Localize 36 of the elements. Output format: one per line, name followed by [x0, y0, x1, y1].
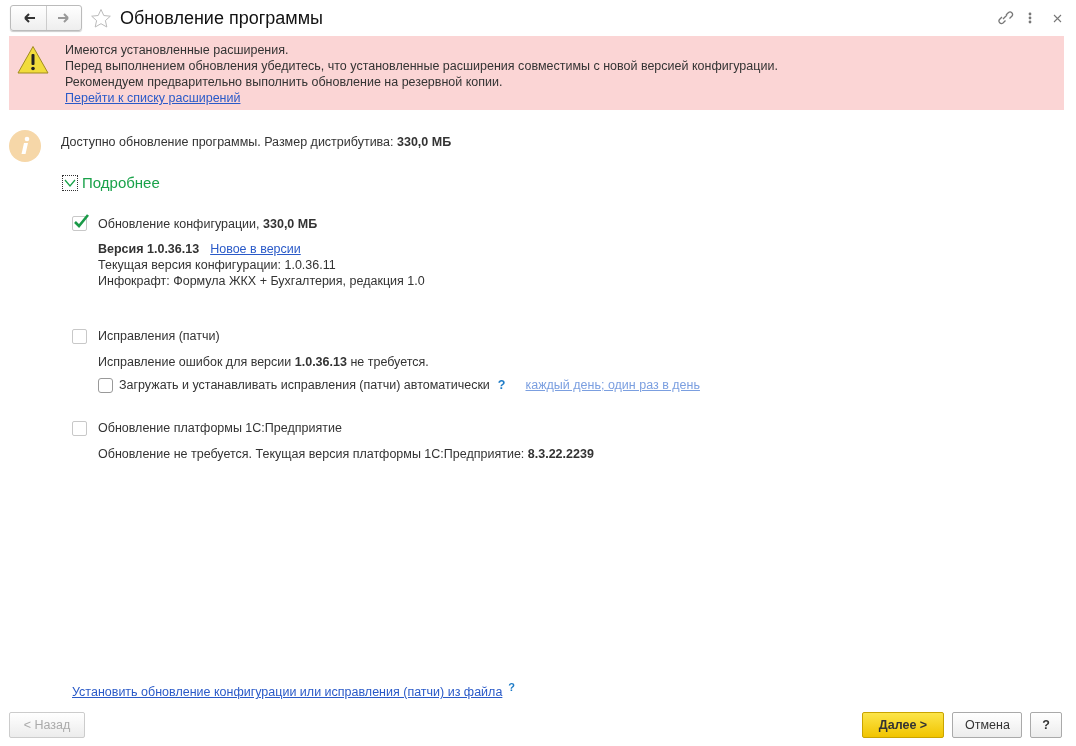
- help-mark[interactable]: ?: [508, 679, 516, 696]
- checkbox-label[interactable]: Исправления (патчи): [98, 327, 220, 346]
- info-icon: [9, 130, 41, 162]
- detail-text: Инфокрафт: Формула ЖКХ + Бухгалтерия, редакция 1.0: [98, 273, 426, 290]
- extensions-link[interactable]: Перейти к списку расширений: [65, 90, 241, 106]
- more-icon[interactable]: [1028, 12, 1032, 24]
- description-text: Обновление не требуется. Текущая версия платформы 1С:Предприятие: 8.3.22.2239: [98, 445, 595, 462]
- detail-text: Текущая версия конфигурации: 1.0.36.11: [98, 257, 337, 274]
- checkbox-label[interactable]: Загружать и устанавливать исправления (патчи) автоматически: [119, 377, 490, 393]
- checkbox-label[interactable]: Обновление платформы 1С:Предприятие: [98, 419, 342, 438]
- details-label[interactable]: Подробнее: [82, 172, 160, 195]
- checkbox[interactable]: [98, 377, 113, 393]
- description-text: Исправление ошибок для версии 1.0.36.13 не требуется.: [98, 354, 430, 370]
- help-button[interactable]: ?: [1030, 712, 1062, 738]
- star-icon[interactable]: [90, 7, 112, 29]
- version-text: Версия 1.0.36.13: [98, 241, 200, 258]
- checkbox[interactable]: [72, 329, 87, 345]
- warning-text: Имеются установленные расширения.: [65, 42, 290, 58]
- close-icon[interactable]: [1053, 13, 1062, 23]
- window-title: Обновление программы: [120, 6, 323, 30]
- cancel-button[interactable]: Отмена: [952, 712, 1022, 738]
- left-arrow-icon: [21, 12, 36, 24]
- help-mark[interactable]: ?: [497, 377, 506, 393]
- next-button[interactable]: Далее >: [862, 712, 944, 738]
- warning-text: Перед выполнением обновления убедитесь, что установленные расширения совместимы с новой версией конфигурации.: [65, 58, 778, 74]
- checkbox[interactable]: [72, 420, 87, 436]
- warning-icon: [17, 45, 49, 74]
- right-arrow-icon: [57, 12, 71, 24]
- warning-text: Рекомендуем предварительно выполнить обновление на резервной копии.: [65, 74, 504, 90]
- install-from-file-link[interactable]: Установить обновление конфигурации или исправления (патчи) из файла: [72, 683, 503, 702]
- link-icon[interactable]: [996, 9, 1014, 27]
- whats-new-link[interactable]: Новое в версии: [210, 241, 301, 258]
- info-text: Доступно обновление программы. Размер дистрибутива: 330,0 МБ: [61, 134, 452, 151]
- expand-toggle[interactable]: [62, 175, 78, 192]
- checkbox[interactable]: [72, 216, 87, 232]
- checkbox-label[interactable]: Обновление конфигурации, 330,0 МБ: [98, 214, 318, 234]
